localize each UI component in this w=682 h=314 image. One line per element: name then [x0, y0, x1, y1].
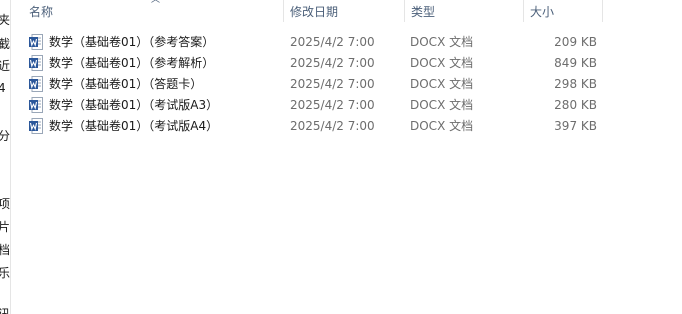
file-list: 数学（基础卷01）（参考答案） 2025/4/2 7:00 DOCX 文档 20… — [11, 32, 682, 137]
file-type: DOCX 文档 — [410, 98, 474, 112]
word-doc-icon — [29, 76, 43, 92]
nav-item[interactable]: 夹 — [0, 12, 10, 28]
nav-item[interactable]: 4 — [0, 80, 10, 96]
sort-ascending-icon: ︿ — [151, 0, 161, 5]
nav-item[interactable]: 近 — [0, 58, 10, 74]
column-header-row: 名称 ︿ 修改日期 类型 大小 — [11, 0, 682, 22]
file-row[interactable]: 数学（基础卷01）（答题卡） 2025/4/2 7:00 DOCX 文档 298… — [11, 74, 682, 95]
file-name: 数学（基础卷01）（参考解析） — [49, 56, 215, 70]
file-name-cell[interactable]: 数学（基础卷01）（参考答案） — [29, 32, 284, 53]
file-name-cell[interactable]: 数学（基础卷01）（考试版A4） — [29, 116, 284, 137]
file-row[interactable]: 数学（基础卷01）（考试版A3） 2025/4/2 7:00 DOCX 文档 2… — [11, 95, 682, 116]
word-doc-icon — [29, 118, 43, 134]
column-header-modified-label: 修改日期 — [290, 5, 339, 19]
file-size: 298 KB — [554, 77, 597, 91]
file-type: DOCX 文档 — [410, 119, 474, 133]
nav-item[interactable]: 分 — [0, 128, 10, 144]
file-size: 280 KB — [554, 98, 597, 112]
column-separator[interactable] — [602, 0, 603, 22]
file-name: 数学（基础卷01）（参考答案） — [49, 35, 215, 49]
column-header-size-label: 大小 — [530, 5, 555, 19]
file-name: 数学（基础卷01）（考试版A3） — [49, 98, 219, 112]
file-modified: 2025/4/2 7:00 — [290, 77, 375, 91]
file-size: 209 KB — [554, 35, 597, 49]
nav-item[interactable]: 乐 — [0, 265, 10, 281]
word-doc-icon — [29, 34, 43, 50]
navigation-pane: 夹 截 近 4 分 项 片 档 乐 讯 — [0, 0, 10, 314]
column-header-name-label: 名称 — [29, 5, 54, 19]
file-row[interactable]: 数学（基础卷01）（参考解析） 2025/4/2 7:00 DOCX 文档 84… — [11, 53, 682, 74]
file-row[interactable]: 数学（基础卷01）（考试版A4） 2025/4/2 7:00 DOCX 文档 3… — [11, 116, 682, 137]
file-size: 849 KB — [554, 56, 597, 70]
file-type: DOCX 文档 — [410, 77, 474, 91]
file-name-cell[interactable]: 数学（基础卷01）（考试版A3） — [29, 95, 284, 116]
nav-item[interactable]: 档 — [0, 242, 10, 258]
nav-item[interactable]: 讯 — [0, 306, 10, 314]
column-header-type-label: 类型 — [411, 5, 436, 19]
nav-item[interactable]: 截 — [0, 36, 10, 52]
file-name-cell[interactable]: 数学（基础卷01）（答题卡） — [29, 74, 284, 95]
file-modified: 2025/4/2 7:00 — [290, 56, 375, 70]
column-header-modified[interactable]: 修改日期 — [284, 0, 404, 22]
file-name: 数学（基础卷01）（考试版A4） — [49, 119, 219, 133]
file-modified: 2025/4/2 7:00 — [290, 35, 375, 49]
column-header-type[interactable]: 类型 — [405, 0, 523, 22]
file-name: 数学（基础卷01）（答题卡） — [49, 77, 203, 91]
file-name-cell[interactable]: 数学（基础卷01）（参考解析） — [29, 53, 284, 74]
column-header-size[interactable]: 大小 — [524, 0, 602, 22]
file-type: DOCX 文档 — [410, 56, 474, 70]
file-row[interactable]: 数学（基础卷01）（参考答案） 2025/4/2 7:00 DOCX 文档 20… — [11, 32, 682, 53]
word-doc-icon — [29, 55, 43, 71]
file-type: DOCX 文档 — [410, 35, 474, 49]
nav-item[interactable]: 项 — [0, 196, 10, 212]
file-modified: 2025/4/2 7:00 — [290, 119, 375, 133]
file-modified: 2025/4/2 7:00 — [290, 98, 375, 112]
file-size: 397 KB — [554, 119, 597, 133]
nav-item[interactable]: 片 — [0, 219, 10, 235]
word-doc-icon — [29, 97, 43, 113]
